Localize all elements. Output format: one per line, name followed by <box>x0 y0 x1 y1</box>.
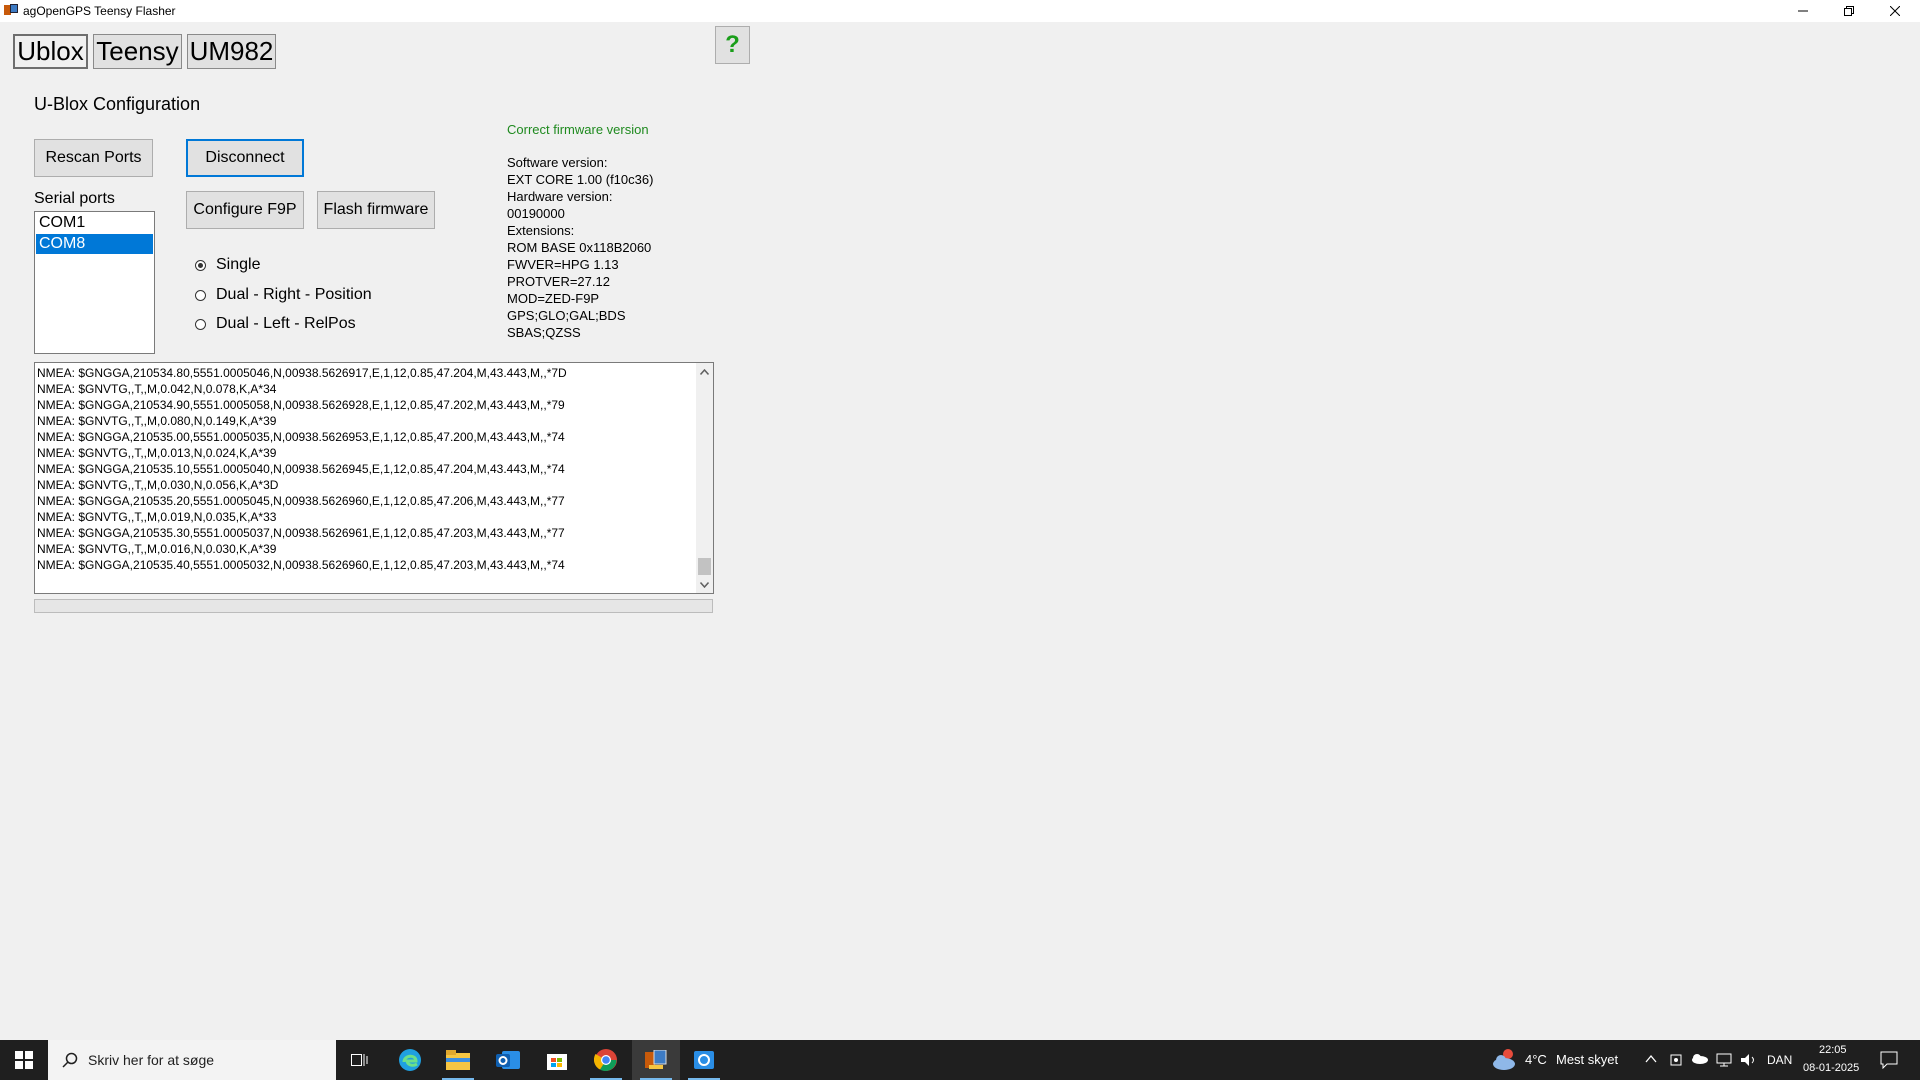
fw-line: ROM BASE 0x118B2060 <box>507 240 652 255</box>
language-indicator[interactable]: DAN <box>1767 1053 1792 1067</box>
fw-line: SBAS;QZSS <box>507 325 581 340</box>
disconnect-button[interactable]: Disconnect <box>186 139 304 177</box>
window-title: agOpenGPS Teensy Flasher <box>23 4 176 18</box>
windows-icon <box>15 1051 33 1069</box>
minimize-button[interactable] <box>1780 0 1826 22</box>
fw-line: Extensions: <box>507 223 575 238</box>
flasher-app-icon[interactable] <box>632 1040 680 1080</box>
task-view-icon[interactable] <box>336 1040 384 1080</box>
clock-date[interactable]: 08-01-2025 <box>1803 1062 1859 1074</box>
restore-icon <box>1844 6 1854 16</box>
scroll-up-icon[interactable] <box>696 363 713 380</box>
tab-ublox[interactable]: Ublox <box>13 34 88 69</box>
scroll-down-icon[interactable] <box>696 576 713 593</box>
radio-checked-icon <box>195 259 206 271</box>
outlook-icon[interactable] <box>484 1040 532 1080</box>
rescan-ports-button[interactable]: Rescan Ports <box>34 139 153 177</box>
search-icon <box>62 1052 78 1068</box>
serial-ports-label: Serial ports <box>34 190 115 207</box>
notification-icon <box>1880 1051 1898 1069</box>
help-button[interactable]: ? <box>715 26 750 64</box>
edge-icon[interactable] <box>386 1040 434 1080</box>
meet-icon <box>1670 1054 1682 1066</box>
progress-bar <box>34 599 713 613</box>
fw-line: 00190000 <box>507 206 565 221</box>
radio-unchecked-icon <box>195 289 206 301</box>
weather-text[interactable]: Mest skyet <box>1556 1052 1618 1067</box>
store-icon[interactable] <box>533 1040 581 1080</box>
chevron-up-icon <box>1645 1054 1657 1063</box>
tab-um982[interactable]: UM982 <box>187 34 276 69</box>
nmea-log[interactable]: NMEA: $GNGGA,210534.80,5551.0005046,N,00… <box>34 362 714 594</box>
fw-line: GPS;GLO;GAL;BDS <box>507 308 626 323</box>
fw-line: Hardware version: <box>507 189 613 204</box>
network-icon <box>1716 1053 1732 1067</box>
log-line: NMEA: $GNGGA,210534.80,5551.0005046,N,00… <box>37 366 567 380</box>
section-title: U-Blox Configuration <box>34 94 201 114</box>
taskbar-search[interactable]: Skriv her for at søge <box>48 1040 336 1080</box>
remote-app-icon[interactable] <box>680 1040 728 1080</box>
chrome-icon[interactable] <box>582 1040 630 1080</box>
log-line: NMEA: $GNGGA,210535.10,5551.0005040,N,00… <box>37 462 565 476</box>
radio-label: Dual - Left - RelPos <box>216 315 356 332</box>
fw-line: EXT CORE 1.00 (f10c36) <box>507 172 654 187</box>
volume-icon <box>1741 1054 1754 1066</box>
flash-firmware-button[interactable]: Flash firmware <box>317 191 435 229</box>
log-line: NMEA: $GNVTG,,T,,M,0.080,N,0.149,K,A*39 <box>37 414 277 428</box>
onedrive-icon <box>1692 1054 1708 1064</box>
fw-line: FWVER=HPG 1.13 <box>507 257 619 272</box>
log-line: NMEA: $GNVTG,,T,,M,0.016,N,0.030,K,A*39 <box>37 542 277 556</box>
search-placeholder: Skriv her for at søge <box>88 1052 215 1068</box>
radio-dual-left[interactable]: Dual - Left - RelPos <box>195 315 356 333</box>
firmware-info: Software version: EXT CORE 1.00 (f10c36)… <box>507 154 653 341</box>
file-explorer-icon[interactable] <box>434 1040 482 1080</box>
log-line: NMEA: $GNVTG,,T,,M,0.019,N,0.035,K,A*33 <box>37 510 277 524</box>
serial-ports-list[interactable]: COM1 COM8 <box>34 211 155 354</box>
fw-line: PROTVER=27.12 <box>507 274 610 289</box>
title-bar: agOpenGPS Teensy Flasher <box>0 0 1920 22</box>
log-line: NMEA: $GNVTG,,T,,M,0.013,N,0.024,K,A*39 <box>37 446 277 460</box>
weather-icon <box>1493 1049 1515 1070</box>
clock-time[interactable]: 22:05 <box>1819 1044 1847 1056</box>
radio-unchecked-icon <box>195 318 206 330</box>
log-line: NMEA: $GNGGA,210535.00,5551.0005035,N,00… <box>37 430 565 444</box>
radio-label: Dual - Right - Position <box>216 286 372 303</box>
close-icon <box>1890 6 1900 16</box>
configure-f9p-button[interactable]: Configure F9P <box>186 191 304 229</box>
firmware-status: Correct firmware version <box>507 122 649 137</box>
list-item[interactable]: COM1 <box>36 213 153 233</box>
fw-line: MOD=ZED-F9P <box>507 291 600 306</box>
log-line: NMEA: $GNGGA,210534.90,5551.0005058,N,00… <box>37 398 565 412</box>
radio-single[interactable]: Single <box>195 256 260 274</box>
close-button[interactable] <box>1872 0 1918 22</box>
app-icon <box>4 4 18 17</box>
list-item[interactable]: COM8 <box>36 234 153 254</box>
restore-button[interactable] <box>1826 0 1872 22</box>
weather-temp: 4°C <box>1525 1052 1547 1067</box>
log-line: NMEA: $GNVTG,,T,,M,0.030,N,0.056,K,A*3D <box>37 478 279 492</box>
log-line: NMEA: $GNVTG,,T,,M,0.042,N,0.078,K,A*34 <box>37 382 277 396</box>
tab-teensy[interactable]: Teensy <box>93 34 182 69</box>
log-line: NMEA: $GNGGA,210535.20,5551.0005045,N,00… <box>37 494 565 508</box>
start-button[interactable] <box>0 1040 48 1080</box>
fw-line: Software version: <box>507 155 608 170</box>
log-scrollbar[interactable] <box>696 363 713 593</box>
log-line: NMEA: $GNGGA,210535.30,5551.0005037,N,00… <box>37 526 565 540</box>
scroll-thumb[interactable] <box>698 558 711 575</box>
taskbar: Skriv her for at søge 4°C Mest skyet DAN… <box>0 1040 1920 1080</box>
radio-dual-right[interactable]: Dual - Right - Position <box>195 286 372 304</box>
radio-label: Single <box>216 256 261 273</box>
log-line: NMEA: $GNGGA,210535.40,5551.0005032,N,00… <box>37 558 565 572</box>
minimize-icon <box>1798 10 1808 12</box>
